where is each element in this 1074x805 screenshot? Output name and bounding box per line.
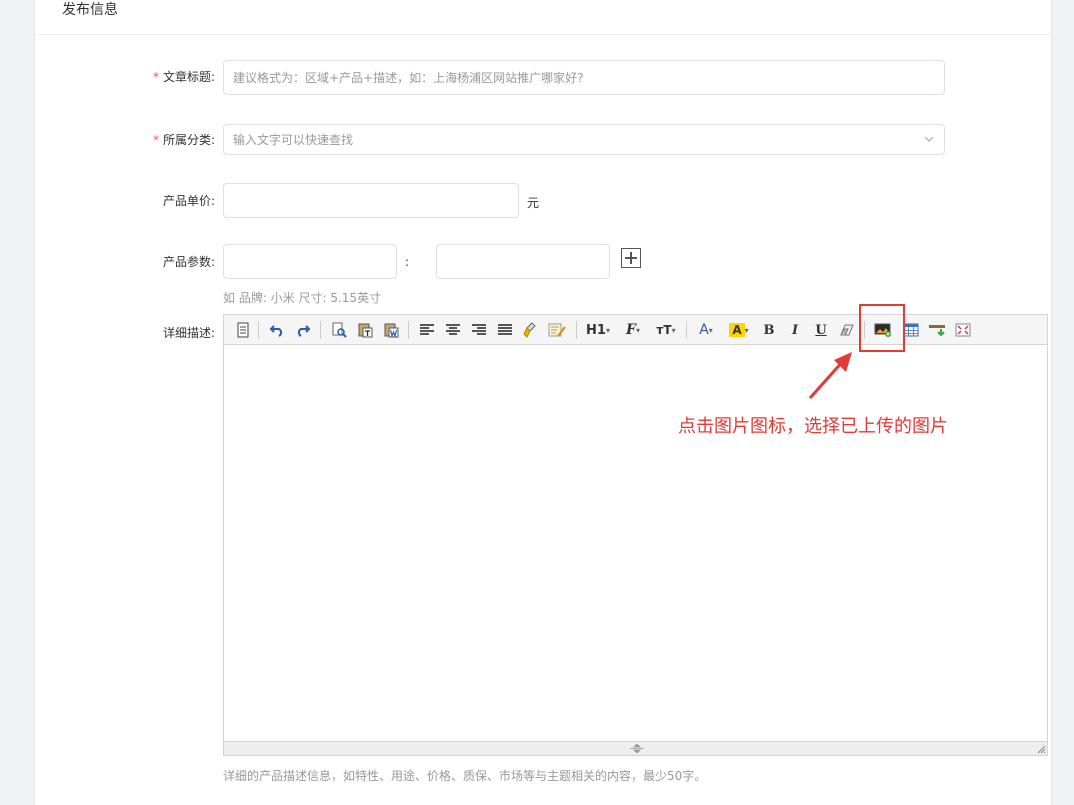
align-right-icon[interactable]: [470, 321, 488, 339]
corner-resize-icon[interactable]: [1036, 744, 1046, 754]
source-code-icon[interactable]: [234, 321, 252, 339]
toolbar-separator: [258, 321, 259, 339]
price-label: 产品单价:: [162, 194, 215, 208]
rich-text-editor: H1 ▾ F ▾ тT ▾ A ▾ A ▾ B I U: [223, 314, 1048, 756]
publish-panel: 发布信息 * 文章标题: 建议格式为：区域+产品+描述，如：上海杨浦区网站推广哪家…: [34, 0, 1052, 805]
underline-button[interactable]: U: [812, 321, 830, 339]
toolbar-separator: [408, 321, 409, 339]
toolbar-separator: [686, 321, 687, 339]
format-brush-icon[interactable]: [522, 321, 540, 339]
image-icon-highlight-box: [859, 304, 905, 352]
font-family-button[interactable]: F ▾: [620, 321, 646, 339]
category-select[interactable]: 输入文字可以快速查找: [223, 124, 945, 155]
font-size-button[interactable]: тT ▾: [652, 321, 680, 339]
annotation-arrow-icon: [808, 352, 852, 400]
clear-format-icon[interactable]: [548, 321, 566, 339]
annotation-text: 点击图片图标，选择已上传的图片: [678, 416, 948, 437]
heading-button[interactable]: H1 ▾: [584, 321, 612, 339]
toolbar-separator: [320, 321, 321, 339]
fullscreen-icon[interactable]: [954, 321, 972, 339]
category-label: * 所属分类:: [152, 133, 215, 147]
undo-icon[interactable]: [268, 321, 286, 339]
description-label: 详细描述:: [162, 326, 215, 340]
align-left-icon[interactable]: [418, 321, 436, 339]
param-separator: :: [405, 255, 410, 269]
resize-handle-icon: [630, 744, 644, 753]
insert-below-icon[interactable]: [928, 321, 946, 339]
price-unit: 元: [527, 196, 540, 210]
chevron-down-icon: [924, 136, 934, 142]
italic-button[interactable]: I: [786, 321, 804, 339]
font-color-button[interactable]: A ▾: [694, 321, 718, 339]
highlight-color-button[interactable]: A ▾: [726, 321, 752, 339]
eraser-icon[interactable]: [838, 321, 856, 339]
editor-content-area[interactable]: [224, 345, 1047, 741]
price-input[interactable]: [223, 183, 519, 218]
redo-icon[interactable]: [294, 321, 312, 339]
title-input[interactable]: 建议格式为：区域+产品+描述，如：上海杨浦区网站推广哪家好?: [223, 60, 945, 95]
panel-title: 发布信息: [35, 0, 1051, 35]
align-justify-icon[interactable]: [496, 321, 514, 339]
paste-text-icon[interactable]: [356, 321, 374, 339]
align-center-icon[interactable]: [444, 321, 462, 339]
editor-toolbar: H1 ▾ F ▾ тT ▾ A ▾ A ▾ B I U: [224, 315, 1047, 345]
params-label: 产品参数:: [162, 255, 215, 269]
bold-button[interactable]: B: [760, 321, 778, 339]
category-placeholder: 输入文字可以快速查找: [233, 133, 354, 147]
toolbar-separator: [576, 321, 577, 339]
description-hint: 详细的产品描述信息，如特性、用途、价格、质保、市场等与主题相关的内容，最少50字…: [223, 769, 707, 783]
params-hint: 如 品牌: 小米 尺寸: 5.15英寸: [223, 291, 382, 305]
param-key-input[interactable]: [223, 244, 397, 279]
editor-resize-bar[interactable]: [224, 741, 1047, 755]
add-param-button[interactable]: [621, 248, 641, 268]
title-placeholder: 建议格式为：区域+产品+描述，如：上海杨浦区网站推广哪家好?: [233, 71, 584, 85]
preview-icon[interactable]: [330, 321, 348, 339]
param-value-input[interactable]: [436, 244, 610, 279]
paste-word-icon[interactable]: [382, 321, 400, 339]
title-label: * 文章标题:: [152, 70, 215, 84]
